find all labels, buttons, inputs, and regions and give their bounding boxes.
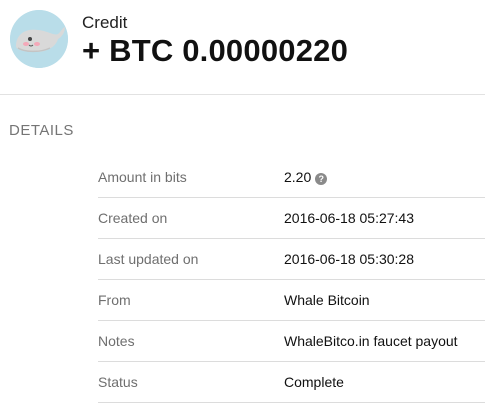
row-value: 2.20? (284, 169, 328, 185)
row-value: 2016-06-18 05:27:43 (284, 210, 414, 226)
row-label: Notes (98, 333, 135, 349)
details-row-status: Status Complete (98, 362, 485, 403)
row-label: Created on (98, 210, 168, 226)
details-section-title: DETAILS (9, 122, 74, 139)
row-label: Amount in bits (98, 169, 187, 185)
row-label: From (98, 292, 131, 308)
details-table: Amount in bits 2.20? Created on 2016-06-… (98, 157, 485, 403)
details-row-created: Created on 2016-06-18 05:27:43 (98, 198, 485, 239)
row-value: Whale Bitcoin (284, 292, 370, 308)
details-row-amount-bits: Amount in bits 2.20? (98, 157, 485, 198)
transaction-amount: + BTC 0.00000220 (82, 33, 349, 68)
details-row-notes: Notes WhaleBitco.in faucet payout (98, 321, 485, 362)
row-label: Last updated on (98, 251, 199, 267)
question-icon[interactable]: ? (315, 173, 328, 185)
row-label: Status (98, 374, 138, 390)
whale-icon (10, 10, 68, 68)
details-row-from: From Whale Bitcoin (98, 280, 485, 321)
row-value: WhaleBitco.in faucet payout (284, 333, 458, 349)
row-value: Complete (284, 374, 344, 390)
amount-bits-value: 2.20 (284, 169, 312, 185)
details-row-updated: Last updated on 2016-06-18 05:30:28 (98, 239, 485, 280)
row-value: 2016-06-18 05:30:28 (284, 251, 414, 267)
transaction-header: Credit + BTC 0.00000220 (0, 0, 485, 95)
transaction-type-label: Credit (82, 13, 128, 32)
